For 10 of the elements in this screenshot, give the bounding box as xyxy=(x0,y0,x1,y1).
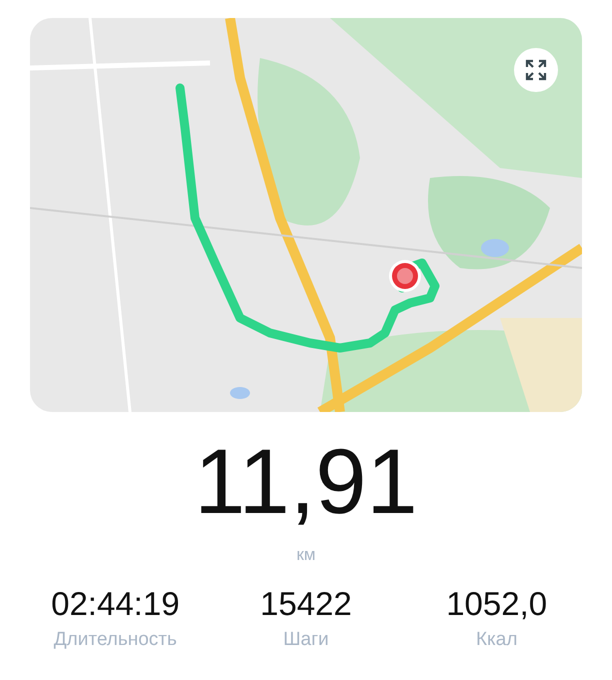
location-marker xyxy=(389,260,421,292)
expand-icon xyxy=(524,58,548,82)
distance-value: 11,91 xyxy=(193,432,419,534)
stat-value: 15422 xyxy=(260,585,352,624)
stat-value: 1052,0 xyxy=(446,585,548,624)
stat-label: Ккал xyxy=(476,629,518,652)
distance-unit: км xyxy=(295,545,317,566)
stat-label: Шаги xyxy=(283,629,329,652)
stat-value: 02:44:19 xyxy=(51,585,180,624)
stat-label: Длительность xyxy=(54,629,177,652)
